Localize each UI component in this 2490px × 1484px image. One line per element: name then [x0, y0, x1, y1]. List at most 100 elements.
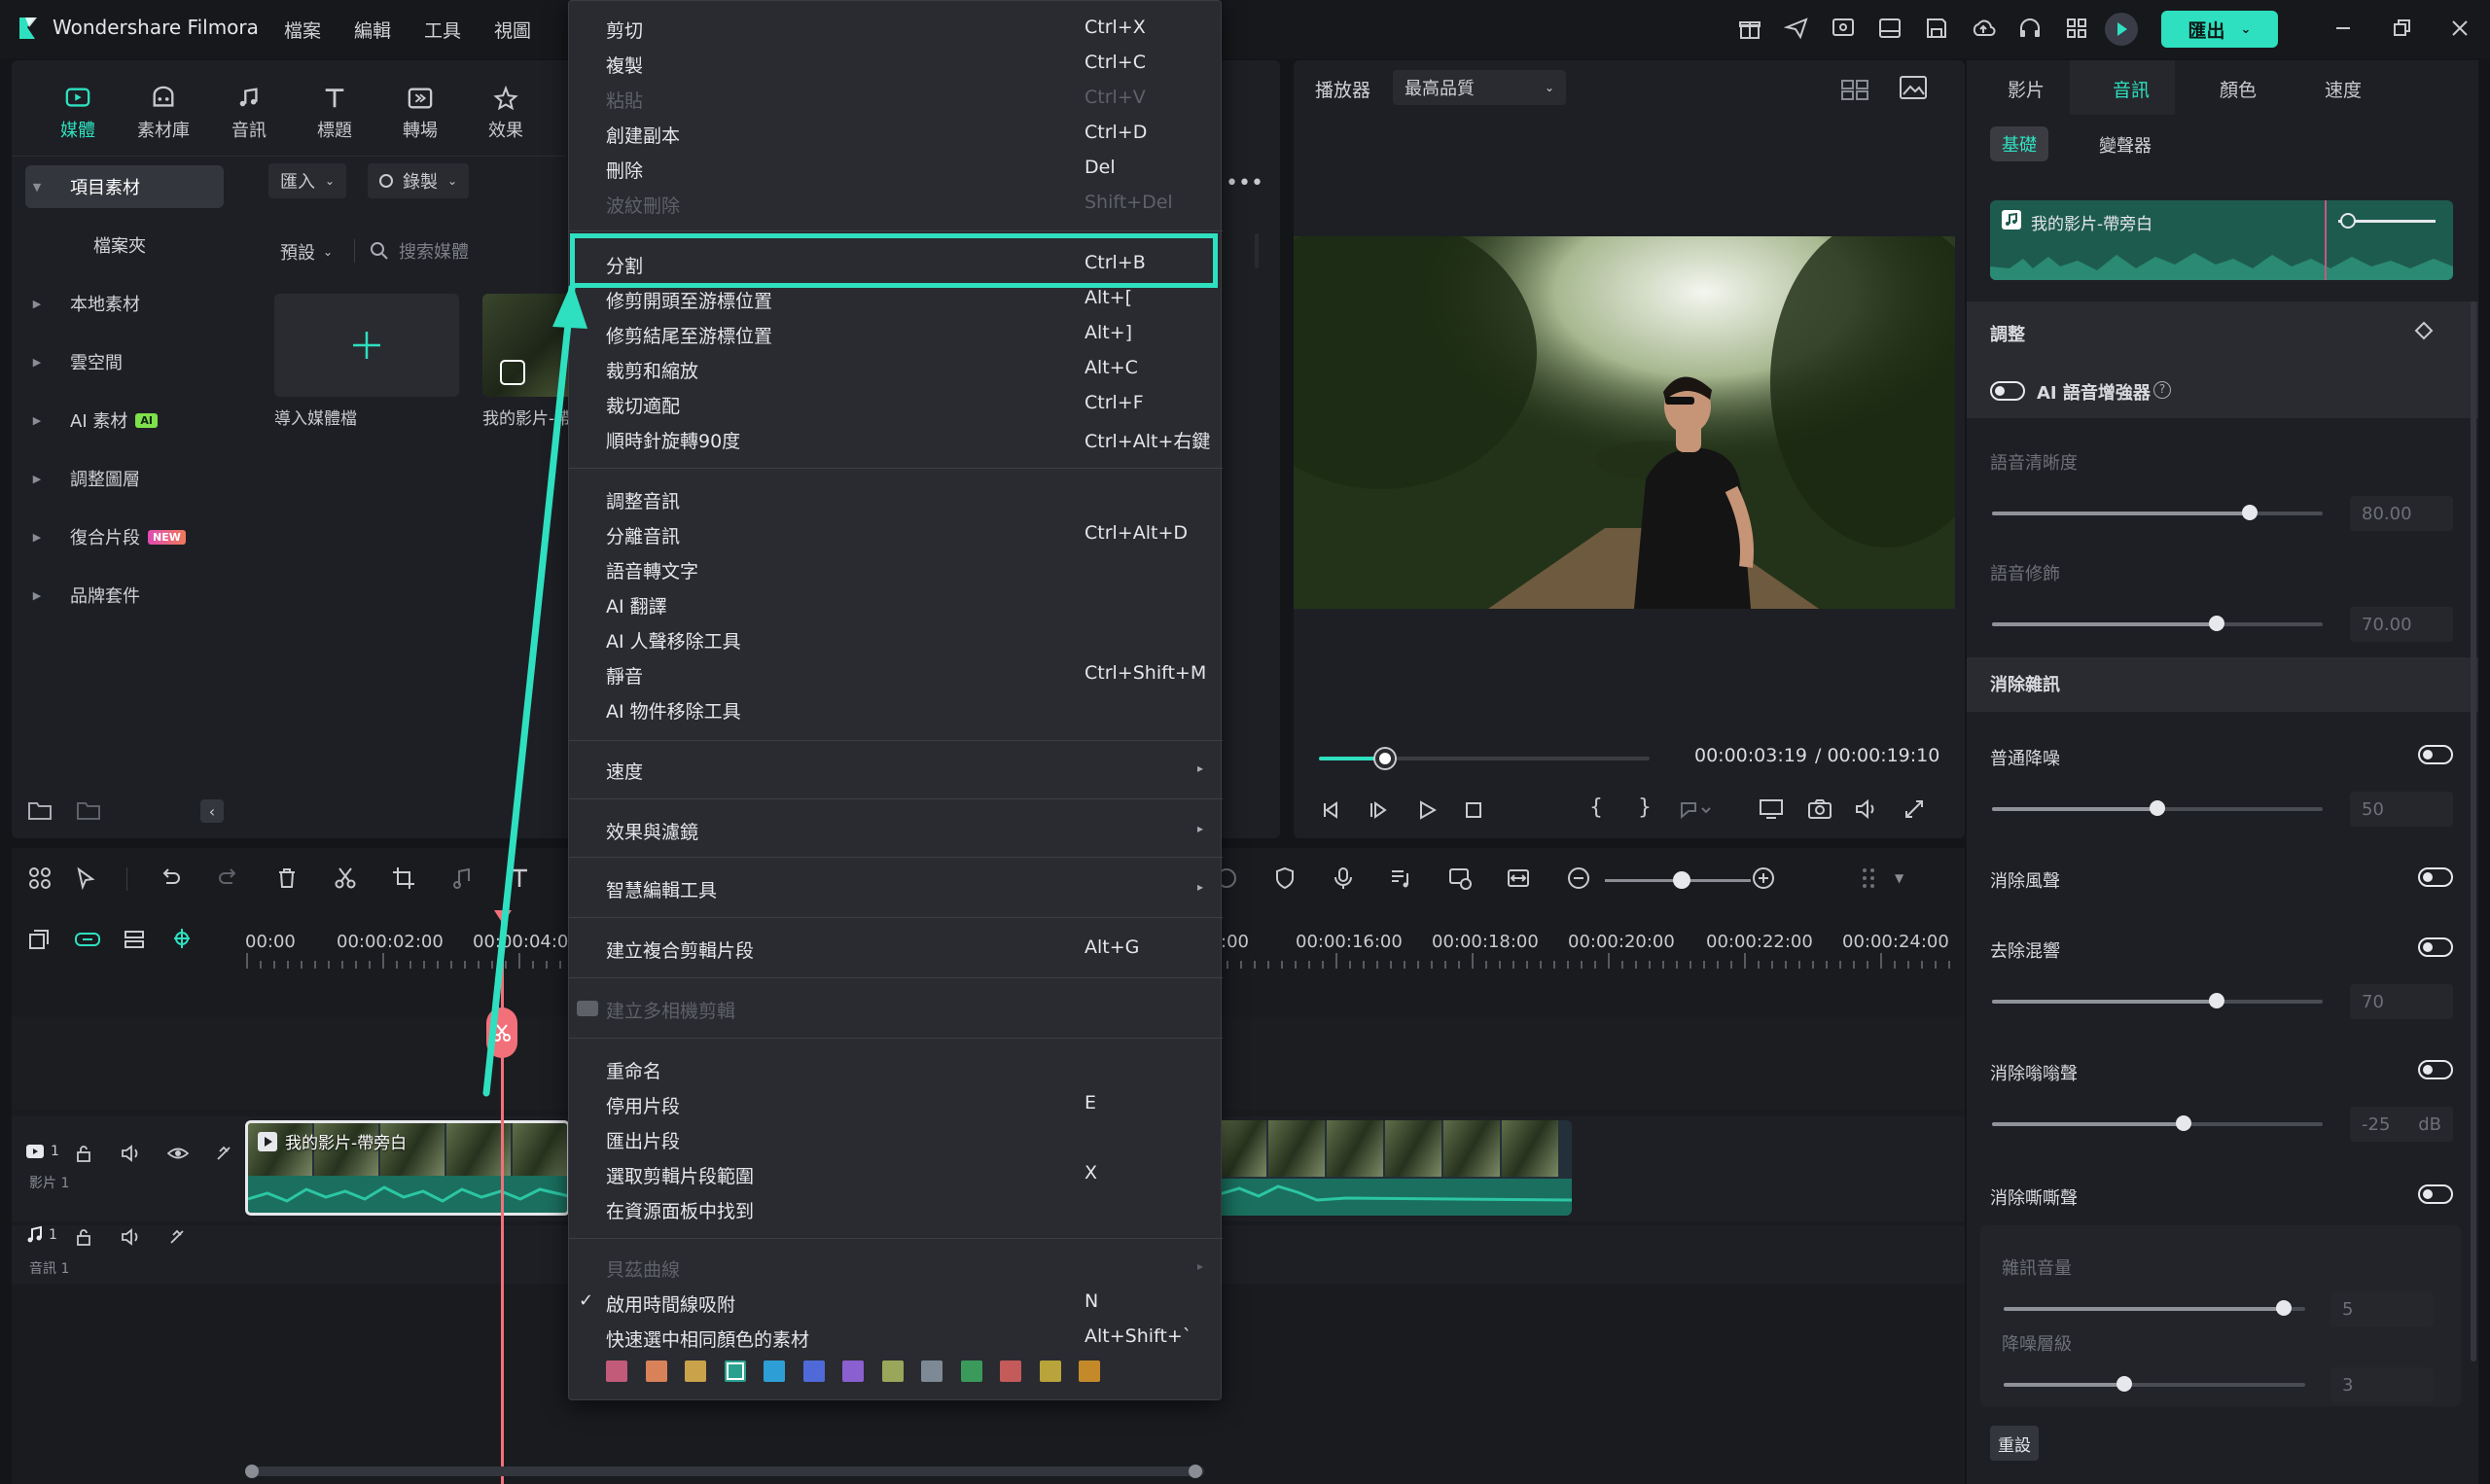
- link-icon[interactable]: [74, 928, 101, 951]
- props-scrollbar[interactable]: [2471, 301, 2476, 1361]
- stop-icon[interactable]: [1463, 799, 1484, 821]
- crop-icon[interactable]: [391, 866, 416, 891]
- tab-transitions[interactable]: 轉場: [381, 86, 459, 142]
- menu-item-adjust-audio[interactable]: 調整音訊: [606, 487, 680, 513]
- menu-item-paste[interactable]: 粘貼: [606, 87, 643, 113]
- noise-volume-slider[interactable]: [2004, 1307, 2305, 1311]
- microphone-icon[interactable]: [1331, 866, 1356, 891]
- menu-item-find-in-media[interactable]: 在資源面板中找到: [606, 1197, 754, 1223]
- track-manager-icon[interactable]: [123, 928, 146, 951]
- menu-item-trim-end[interactable]: 修剪結尾至游標位置: [606, 322, 772, 348]
- tab-color[interactable]: 顏色: [2220, 76, 2257, 102]
- timeline-scrollbar[interactable]: [245, 1466, 1204, 1476]
- player-progress-knob[interactable]: [1375, 749, 1395, 768]
- collapse-sidebar-icon[interactable]: ‹: [200, 799, 224, 823]
- scissors-icon[interactable]: [333, 866, 358, 891]
- lock-icon[interactable]: [74, 1227, 93, 1247]
- undo-icon[interactable]: [158, 866, 183, 891]
- fit-icon[interactable]: [1506, 866, 1531, 891]
- search-input[interactable]: 搜索媒體: [370, 233, 570, 268]
- menu-item-ai-translate[interactable]: AI 翻譯: [606, 592, 667, 618]
- gift-icon[interactable]: [1737, 16, 1762, 41]
- hum-slider[interactable]: [1992, 1122, 2323, 1126]
- wind-toggle[interactable]: [2418, 867, 2453, 887]
- pip-icon[interactable]: [1447, 866, 1473, 891]
- play-icon[interactable]: [1416, 799, 1438, 821]
- menu-edit[interactable]: 編輯: [354, 17, 391, 43]
- tab-speed[interactable]: 速度: [2325, 76, 2362, 102]
- sidebar-item-cloud[interactable]: ▶ 雲空間: [25, 340, 224, 383]
- zoom-knob[interactable]: [1673, 871, 1690, 889]
- color-swatch[interactable]: [881, 1360, 904, 1382]
- menu-item-rotate-90[interactable]: 順時針旋轉90度: [606, 427, 740, 453]
- delete-icon[interactable]: [274, 866, 300, 891]
- mark-in-icon[interactable]: {: [1589, 795, 1603, 820]
- ai-enhancer-toggle[interactable]: [1990, 381, 2025, 401]
- close-icon[interactable]: [2447, 16, 2472, 41]
- menu-item-ai-vocal-remover[interactable]: AI 人聲移除工具: [606, 627, 741, 654]
- menu-view[interactable]: 視圖: [494, 17, 531, 43]
- reverb-value[interactable]: 70: [2350, 984, 2453, 1019]
- scroll-handle-left[interactable]: [245, 1465, 259, 1478]
- player-progress-track[interactable]: [1319, 757, 1650, 760]
- tab-video[interactable]: 影片: [2008, 76, 2045, 102]
- tab-library[interactable]: 素材庫: [124, 86, 202, 142]
- preset-dropdown[interactable]: 預設 ⌄: [280, 239, 333, 265]
- lock-icon[interactable]: [74, 1144, 93, 1163]
- menu-item-delete[interactable]: 刪除: [606, 157, 643, 183]
- tab-media[interactable]: 媒體: [39, 86, 117, 142]
- export-button[interactable]: 匯出 ⌄: [2161, 11, 2278, 48]
- grip-icon[interactable]: [1856, 866, 1881, 891]
- magnet-snap-icon[interactable]: [169, 926, 195, 951]
- volume-icon[interactable]: [1854, 797, 1879, 821]
- speaker-icon[interactable]: [121, 1227, 142, 1247]
- color-swatch[interactable]: [802, 1360, 825, 1382]
- timeline-clip[interactable]: [1220, 1120, 1572, 1216]
- sidebar-item-ai[interactable]: ▶ AI 素材 AI: [25, 399, 224, 442]
- menu-item-smart-tools[interactable]: 智慧編輯工具: [606, 876, 717, 902]
- sidebar-item-folder[interactable]: 檔案夾: [25, 224, 224, 266]
- color-swatch[interactable]: [1079, 1360, 1100, 1382]
- quality-dropdown[interactable]: 最高品質 ⌄: [1393, 70, 1566, 105]
- menu-item-trim-start[interactable]: 修剪開頭至游標位置: [606, 287, 772, 313]
- normal-denoise-value[interactable]: 50: [2350, 792, 2453, 827]
- sidebar-item-project-media[interactable]: ▼ 項目素材: [25, 165, 224, 208]
- subtab-basic[interactable]: 基礎: [1990, 126, 2048, 161]
- tab-audio-props[interactable]: 音訊: [2113, 76, 2150, 102]
- reverb-toggle[interactable]: [2418, 937, 2453, 957]
- menu-item-select-range[interactable]: 選取剪輯片段範圍: [606, 1162, 754, 1188]
- display-icon[interactable]: [1759, 797, 1784, 821]
- normal-denoise-toggle[interactable]: [2418, 745, 2453, 764]
- save-icon[interactable]: [1924, 16, 1949, 41]
- voice-repair-value[interactable]: 70.00: [2350, 607, 2453, 642]
- playhead[interactable]: [501, 910, 504, 1484]
- shield-icon[interactable]: [1272, 866, 1298, 891]
- scroll-handle-right[interactable]: [1189, 1465, 1202, 1478]
- eye-icon[interactable]: [167, 1144, 189, 1163]
- select-tool-icon[interactable]: [74, 866, 99, 891]
- zoom-out-icon[interactable]: [1566, 866, 1591, 891]
- color-swatch[interactable]: [685, 1360, 706, 1382]
- prev-frame-icon[interactable]: [1321, 799, 1342, 821]
- voice-repair-slider[interactable]: [1992, 622, 2323, 626]
- menu-item-crop-fit[interactable]: 裁切適配: [606, 392, 680, 418]
- cloud-upload-icon[interactable]: [1971, 16, 1996, 41]
- chevron-down-icon[interactable]: ▼: [1895, 871, 1903, 885]
- reverb-slider[interactable]: [1992, 1000, 2323, 1004]
- layout-grid-icon[interactable]: [27, 866, 53, 891]
- menu-file[interactable]: 檔案: [284, 17, 321, 43]
- sidebar-item-adjustment-layer[interactable]: ▶ 調整圖層: [25, 457, 224, 500]
- menu-item-snap[interactable]: 啟用時間線吸附: [606, 1290, 735, 1317]
- chevron-down-icon[interactable]: ⌄: [2241, 22, 2252, 37]
- reset-button[interactable]: 重設: [1990, 1426, 2039, 1461]
- menu-item-ai-object-remover[interactable]: AI 物件移除工具: [606, 697, 741, 724]
- sidebar-item-compound[interactable]: ▶ 復合片段 NEW: [25, 515, 224, 558]
- color-swatch[interactable]: [645, 1360, 667, 1382]
- tab-titles[interactable]: 標題: [296, 86, 374, 142]
- avatar[interactable]: [2105, 13, 2138, 46]
- menu-item-speed[interactable]: 速度: [606, 758, 643, 784]
- video-thumbnail[interactable]: [482, 294, 570, 397]
- color-swatch[interactable]: [842, 1360, 864, 1382]
- menu-item-crop-zoom[interactable]: 裁剪和縮放: [606, 357, 698, 383]
- hum-toggle[interactable]: [2418, 1060, 2453, 1079]
